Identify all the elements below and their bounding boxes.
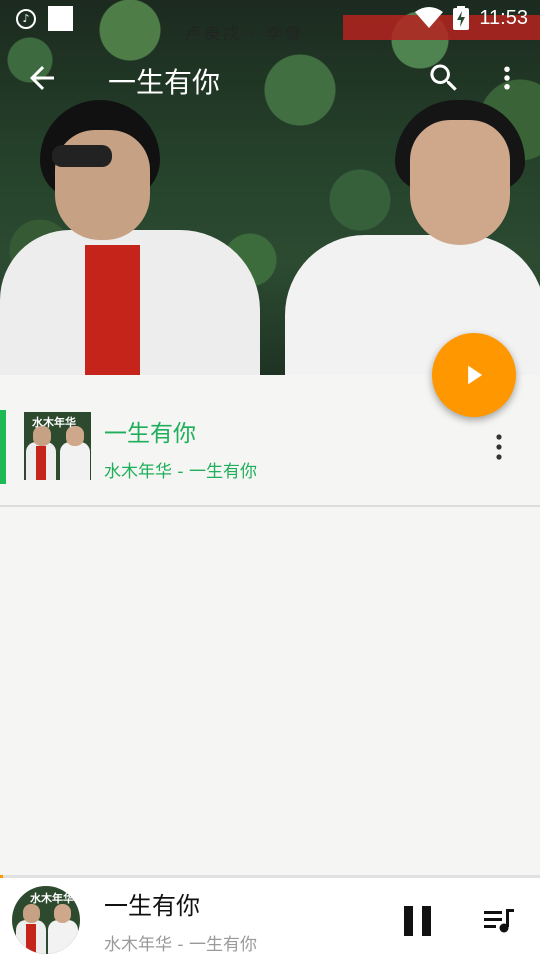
mini-player-title: 一生有你 — [104, 892, 200, 920]
thumbnail-text: 水木年华 — [32, 416, 76, 429]
more-vertical-icon[interactable] — [487, 432, 511, 462]
music-note-icon: ♪ — [16, 8, 36, 29]
divider — [0, 505, 540, 507]
playback-progress[interactable] — [0, 875, 3, 878]
wifi-icon — [415, 7, 444, 28]
mini-player-subtitle: 水木年华 - 一生有你 — [104, 935, 257, 955]
mini-player[interactable]: 水木年华 一生有你 水木年华 - 一生有你 — [0, 875, 540, 963]
song-subtitle: 水木年华 - 一生有你 — [104, 462, 257, 482]
pause-icon[interactable] — [400, 903, 436, 939]
song-thumbnail: 水木年华 — [24, 412, 91, 480]
play-all-button[interactable] — [432, 333, 516, 417]
album-art-figure — [410, 120, 510, 245]
album-art-figure — [52, 145, 112, 167]
play-icon — [468, 365, 483, 385]
mini-art-text: 水木年华 — [30, 892, 74, 905]
now-playing-indicator — [0, 410, 6, 484]
toolbar: 一生有你 — [0, 50, 540, 106]
notification-square-icon — [48, 6, 73, 31]
queue-music-icon[interactable] — [482, 906, 516, 936]
search-icon[interactable] — [426, 60, 462, 96]
mini-player-art[interactable]: 水木年华 — [12, 886, 80, 954]
song-title: 一生有你 — [104, 421, 196, 447]
page-title: 一生有你 — [108, 66, 221, 99]
battery-charging-icon — [453, 6, 470, 30]
list-item[interactable]: 水木年华 一生有你 水木年华 - 一生有你 — [0, 406, 540, 486]
album-art-figure — [85, 245, 140, 375]
status-time: 11:53 — [479, 6, 528, 29]
arrow-left-icon[interactable] — [24, 60, 60, 96]
more-vertical-icon[interactable] — [492, 60, 522, 96]
status-bar: ♪ 11:53 — [0, 0, 540, 36]
